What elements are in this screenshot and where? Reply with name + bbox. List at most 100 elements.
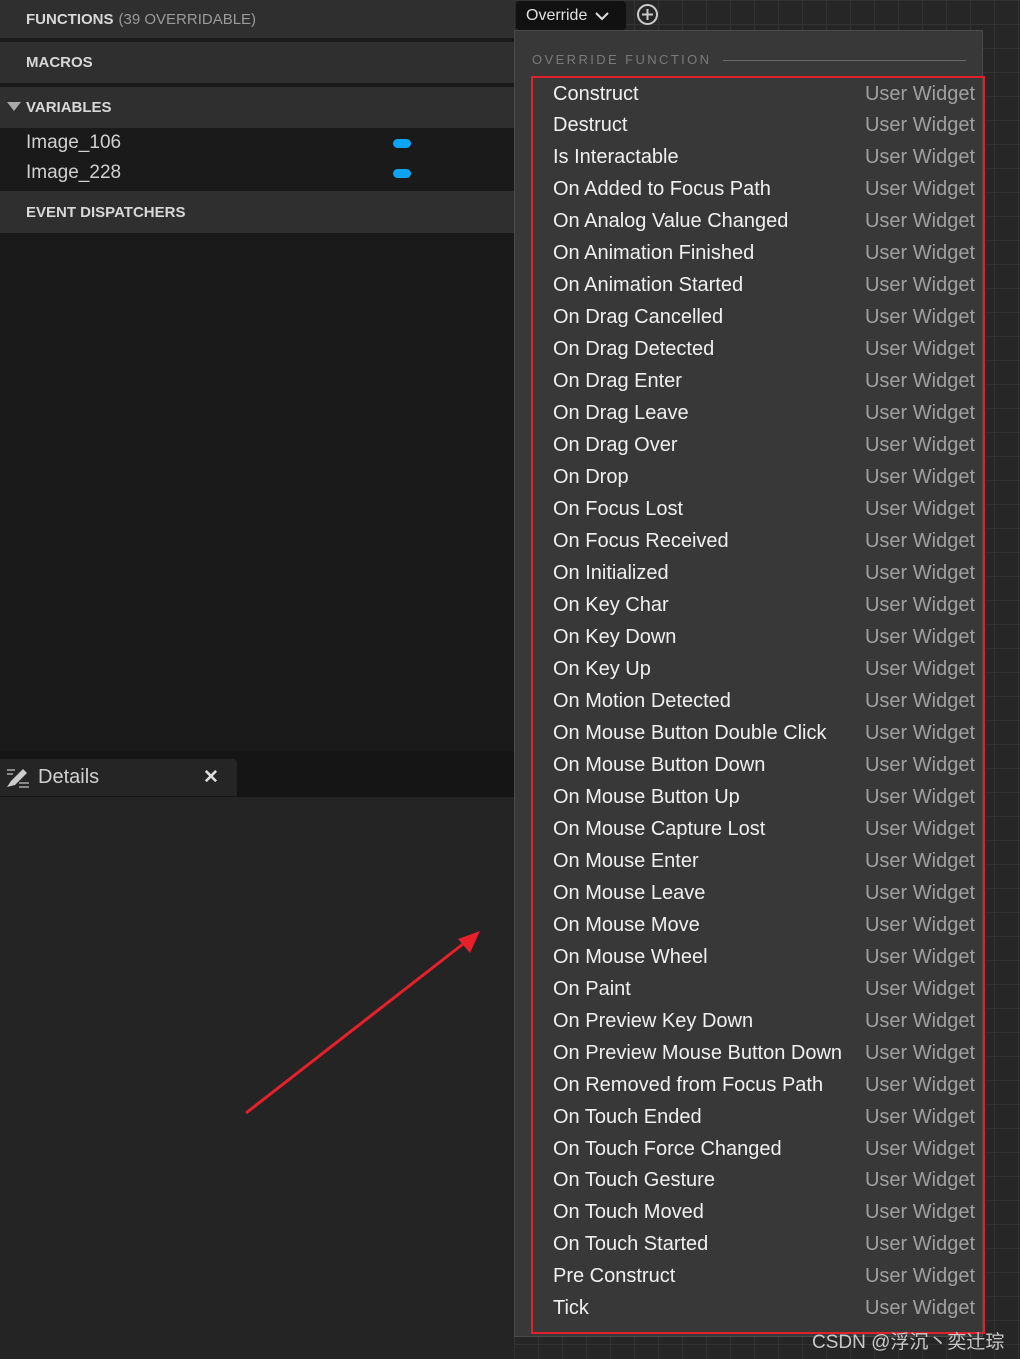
function-name: On Touch Started (553, 1233, 709, 1256)
menu-item[interactable]: On Drag Enter User Widget (553, 366, 975, 398)
menu-item[interactable]: Tick User Widget (553, 1293, 975, 1325)
function-category: User Widget (864, 785, 975, 808)
menu-item[interactable]: On Key Char User Widget (553, 590, 975, 622)
function-category: User Widget (864, 689, 975, 712)
variable-item[interactable]: Image_228 (0, 158, 514, 188)
menu-item[interactable]: On Analog Value Changed User Widget (553, 206, 975, 238)
menu-item[interactable]: On Mouse Leave User Widget (553, 877, 975, 909)
menu-item[interactable]: On Mouse Move User Widget (553, 909, 975, 941)
function-name: On Mouse Move (553, 913, 700, 936)
function-category: User Widget (864, 1041, 975, 1064)
function-name: On Removed from Focus Path (553, 1073, 824, 1096)
variable-name: Image_106 (26, 132, 122, 153)
function-name: On Animation Started (553, 274, 744, 297)
function-category: User Widget (864, 1169, 975, 1192)
function-name: On Paint (553, 977, 631, 1000)
menu-item[interactable]: On Preview Mouse Button Down User Widget (553, 1037, 975, 1069)
function-name: On Key Char (553, 594, 669, 617)
menu-item[interactable]: On Drop User Widget (553, 462, 975, 494)
function-category: User Widget (864, 721, 975, 744)
function-category: User Widget (864, 562, 975, 585)
menu-item[interactable]: On Mouse Wheel User Widget (553, 941, 975, 973)
function-category: User Widget (864, 1265, 975, 1288)
event-dispatchers-header[interactable]: EVENT DISPATCHERS (0, 191, 514, 233)
menu-item[interactable]: On Mouse Button Up User Widget (553, 781, 975, 813)
function-name: On Key Up (553, 657, 651, 680)
menu-item[interactable]: On Touch Gesture User Widget (553, 1165, 975, 1197)
function-category: User Widget (864, 913, 975, 936)
function-category: User Widget (864, 530, 975, 553)
variable-name: Image_228 (26, 162, 122, 183)
function-name: On Focus Lost (553, 498, 684, 521)
menu-item[interactable]: On Focus Received User Widget (553, 526, 975, 558)
function-name: On Mouse Enter (553, 849, 699, 872)
menu-item[interactable]: On Key Down User Widget (553, 621, 975, 653)
functions-header[interactable]: FUNCTIONS (39 OVERRIDABLE) (0, 0, 514, 38)
function-category: User Widget (864, 306, 975, 329)
menu-header: OVERRIDE FUNCTION (532, 52, 712, 67)
menu-item[interactable]: On Focus Lost User Widget (553, 494, 975, 526)
menu-item[interactable]: On Touch Moved User Widget (553, 1197, 975, 1229)
function-name: Tick (553, 1297, 589, 1320)
function-name: On Touch Gesture (553, 1169, 715, 1192)
function-name: Is Interactable (553, 146, 679, 169)
menu-item[interactable]: On Removed from Focus Path User Widget (553, 1069, 975, 1101)
menu-item[interactable]: On Animation Finished User Widget (553, 238, 975, 270)
menu-item[interactable]: On Added to Focus Path User Widget (553, 174, 975, 206)
menu-item[interactable]: On Drag Detected User Widget (553, 334, 975, 366)
function-name: On Drag Cancelled (553, 306, 724, 329)
header-divider (723, 60, 966, 61)
menu-item[interactable]: On Initialized User Widget (553, 558, 975, 590)
function-category: User Widget (864, 1297, 975, 1320)
variables-header[interactable]: VARIABLES (0, 87, 514, 128)
details-pencil-icon (7, 768, 29, 788)
function-name: On Drop (553, 466, 629, 489)
annotation-arrow (245, 931, 480, 1115)
watermark: CSDN @浮沉丶奕辻琮 (812, 1332, 1005, 1353)
menu-item[interactable]: Pre Construct User Widget (553, 1261, 975, 1293)
function-category: User Widget (864, 657, 975, 680)
function-name: Pre Construct (553, 1265, 676, 1288)
override-label: Override (526, 6, 588, 24)
chevron-down-icon (595, 11, 610, 20)
menu-item[interactable]: On Touch Ended User Widget (553, 1101, 975, 1133)
tab-details[interactable]: Details ✕ (0, 759, 237, 796)
menu-item[interactable]: On Touch Force Changed User Widget (553, 1133, 975, 1165)
function-category: User Widget (864, 146, 975, 169)
menu-item[interactable]: On Touch Started User Widget (553, 1229, 975, 1261)
menu-item[interactable]: Destruct User Widget (553, 110, 975, 142)
menu-item[interactable]: On Animation Started User Widget (553, 270, 975, 302)
function-name: On Added to Focus Path (553, 178, 771, 201)
function-name: On Touch Moved (553, 1201, 704, 1224)
menu-item[interactable]: Construct User Widget (553, 78, 975, 110)
function-category: User Widget (864, 498, 975, 521)
override-dropdown[interactable]: Override (516, 1, 626, 30)
function-name: On Drag Detected (553, 338, 715, 361)
function-name: On Touch Ended (553, 1105, 702, 1128)
add-function-icon[interactable] (636, 3, 659, 26)
variable-item[interactable]: Image_106 (0, 128, 514, 158)
menu-item[interactable]: On Preview Key Down User Widget (553, 1005, 975, 1037)
menu-item[interactable]: On Mouse Capture Lost User Widget (553, 813, 975, 845)
function-category: User Widget (864, 1105, 975, 1128)
function-category: User Widget (864, 434, 975, 457)
menu-item[interactable]: On Paint User Widget (553, 973, 975, 1005)
menu-item[interactable]: On Drag Cancelled User Widget (553, 302, 975, 334)
menu-item[interactable]: On Drag Over User Widget (553, 430, 975, 462)
macros-header[interactable]: MACROS (0, 42, 514, 83)
menu-item[interactable]: On Motion Detected User Widget (553, 685, 975, 717)
menu-item[interactable]: On Mouse Button Double Click User Widget (553, 717, 975, 749)
function-category: User Widget (864, 370, 975, 393)
menu-item[interactable]: On Drag Leave User Widget (553, 398, 975, 430)
variables-label: VARIABLES (26, 99, 112, 116)
menu-item[interactable]: On Mouse Button Down User Widget (553, 749, 975, 781)
function-name: On Animation Finished (553, 242, 755, 265)
function-name: On Focus Received (553, 530, 729, 553)
menu-item[interactable]: Is Interactable User Widget (553, 142, 975, 174)
details-tab-label: Details (38, 766, 100, 788)
menu-item[interactable]: On Key Up User Widget (553, 653, 975, 685)
function-category: User Widget (864, 402, 975, 425)
function-category: User Widget (864, 817, 975, 840)
close-icon[interactable]: ✕ (203, 766, 219, 789)
menu-item[interactable]: On Mouse Enter User Widget (553, 845, 975, 877)
